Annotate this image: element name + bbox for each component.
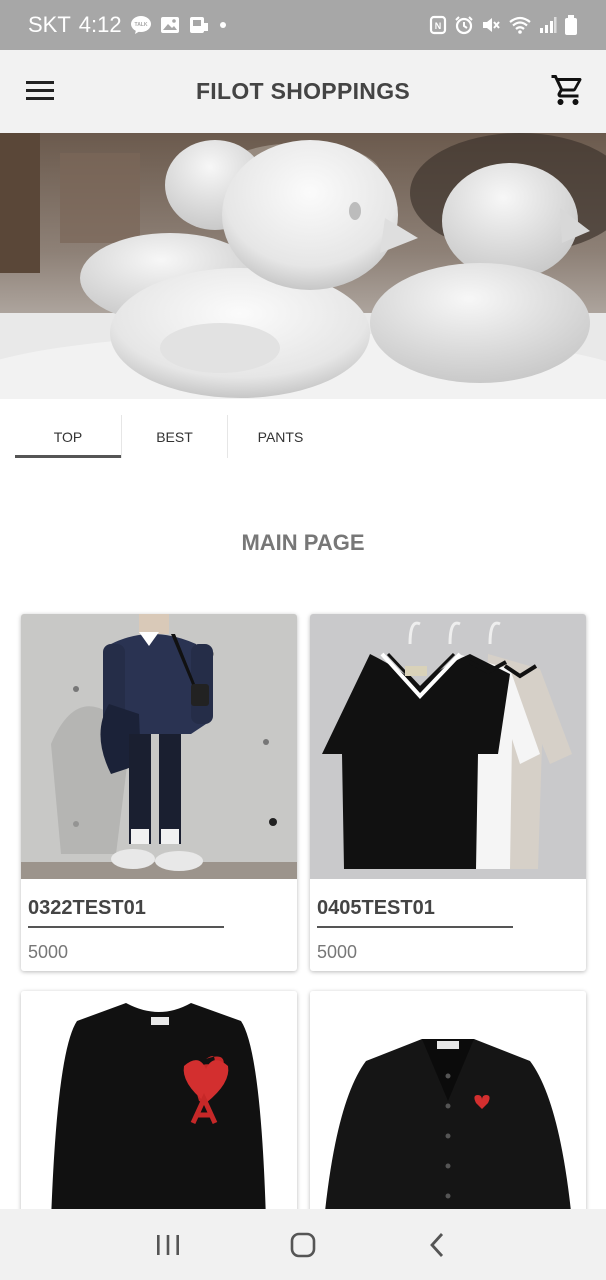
wifi-icon <box>508 15 532 35</box>
battery-icon <box>564 14 578 36</box>
product-card[interactable]: 0405TEST01 5000 <box>310 614 586 971</box>
product-name: 0405TEST01 <box>317 897 513 928</box>
product-name: 0322TEST01 <box>28 897 224 928</box>
tab-top-label: TOP <box>53 428 83 445</box>
product-image <box>21 614 297 879</box>
back-icon[interactable] <box>408 1220 468 1270</box>
signal-icon <box>539 15 557 35</box>
product-price: 5000 <box>28 942 69 962</box>
tab-best-label: BEST <box>156 428 193 445</box>
system-nav-bar <box>0 1209 606 1280</box>
product-price: 5000 <box>317 942 358 962</box>
svg-text:TALK: TALK <box>134 22 147 28</box>
status-right: N <box>429 14 578 36</box>
tab-best[interactable]: BEST <box>121 415 227 458</box>
hamburger-menu-icon[interactable] <box>22 76 58 106</box>
snow-ducks-photo <box>0 133 606 399</box>
status-left: SKT 4:12 TALK <box>28 12 228 38</box>
product-card[interactable]: 0322TEST01 5000 <box>21 614 297 971</box>
dot-icon <box>218 20 228 30</box>
category-tabs: TOP BEST PANTS <box>15 415 333 458</box>
banner-image[interactable] <box>0 133 606 399</box>
vneck-tshirts-photo <box>310 614 586 879</box>
svg-text:N: N <box>435 21 442 31</box>
app-title: FILOT SHOPPINGS <box>195 78 411 104</box>
product-image <box>310 614 586 879</box>
talk-icon: TALK <box>130 15 152 35</box>
tab-pants-label: PANTS <box>257 428 304 445</box>
shopping-cart-icon[interactable] <box>550 72 586 108</box>
recent-apps-icon[interactable] <box>138 1220 198 1270</box>
gallery-icon <box>160 16 180 34</box>
status-bar: SKT 4:12 TALK N <box>0 0 606 50</box>
home-icon[interactable] <box>273 1220 333 1270</box>
tab-pants[interactable]: PANTS <box>227 415 333 458</box>
sim-icon <box>188 15 210 35</box>
nfc-icon: N <box>429 15 447 35</box>
clock: 4:12 <box>78 12 122 37</box>
app-bar: FILOT SHOPPINGS <box>0 50 606 133</box>
mute-icon <box>481 15 501 35</box>
alarm-icon <box>454 15 474 35</box>
carrier-label: SKT <box>28 12 71 37</box>
tab-top[interactable]: TOP <box>15 415 121 458</box>
section-title: MAIN PAGE <box>241 530 365 555</box>
navy-sweater-outfit-photo <box>21 614 297 879</box>
